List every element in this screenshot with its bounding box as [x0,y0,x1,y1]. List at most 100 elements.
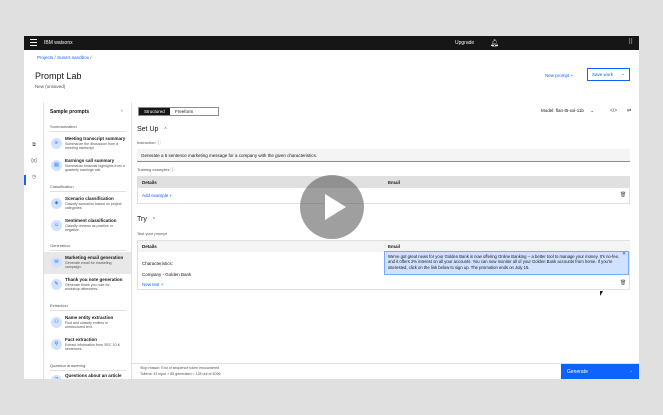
close-icon[interactable]: ✕ [622,251,626,257]
section-summarization: Summarization [50,124,126,132]
section-extraction: Extraction [50,303,126,311]
info-icon[interactable]: ⓘ [157,140,161,145]
new-prompt-button[interactable]: New prompt + [545,73,573,78]
sample-item-title: Sentiment classification [65,218,117,223]
try-heading-text: Try [137,216,147,223]
generated-email-output[interactable]: We've got great news for your Golden Ban… [384,251,629,275]
trash-icon[interactable]: 🗑︎ [620,192,626,198]
sample-item-title: Name entity extraction [65,315,114,320]
sample-item-title: Scenario classification [65,196,114,201]
instruction-label-text: Instruction [137,140,156,145]
generate-button[interactable]: Generate → [561,364,639,379]
sample-item-title: Fact extraction [65,337,98,342]
sample-item-desc: Generate email for marketing campaign. [65,261,112,270]
sample-item-meeting-transcript[interactable]: ≡ Meeting transcript summary Summarize t… [44,133,131,155]
sample-item-scenario-classification[interactable]: ◈ Scenario classification Classify scena… [44,193,131,215]
sample-item-title: Thank you note generation [65,277,123,282]
sample-item-desc: Summarize the discussion from a meeting … [65,142,119,151]
detail-characteristics[interactable]: Characteristics: [138,258,177,269]
status-footer: Stop reason: End of sequence token encou… [132,363,639,379]
sample-item-desc: Find and classify entities in unstructur… [65,321,108,330]
breadcrumb-projects[interactable]: Projects [37,55,53,60]
top-navigation-bar: IBM watsonx Upgrade 🔔︎ ⠿ [24,36,639,50]
training-label-text: Training examples [137,167,170,172]
sample-item-marketing-email[interactable]: ✉ Marketing email generation Generate em… [44,252,131,274]
sample-prompts-heading: Sample prompts [50,109,90,115]
sample-prompts-panel: Sample prompts ‹ Summarization ≡ Meeting… [44,102,132,379]
page-subtitle: New (unsaved) [35,84,66,89]
settings-sliders-icon[interactable]: ⇄ [627,108,631,114]
breadcrumb-sandbox[interactable]: Suna's sandbox [57,55,89,60]
section-question-answering: Question answering [50,363,127,371]
left-rail: ⧉ {x} ◷ [24,102,44,379]
sample-item-desc: Classify scenarios based on project cate… [65,202,122,211]
variables-icon[interactable]: {x} [30,158,38,166]
sample-item-desc: Classify reviews as positive or negative… [65,224,113,233]
sentiment-icon: ☺ [51,220,62,231]
setup-heading: Set Up ⌃ [137,126,168,133]
training-examples-table: Details Email Add example + 🗑︎ [137,176,630,204]
column-header-details: Details [138,241,384,252]
chevron-up-icon[interactable]: ⌃ [163,127,167,133]
sample-item-name-entity[interactable]: ⚇ Name entity extraction Find and classi… [44,312,131,334]
model-selector[interactable]: Model: flan-t5-xxl-11b ⌄ [541,108,594,114]
sample-item-title: Meeting transcript summary [65,136,126,141]
notification-bell-icon[interactable]: 🔔︎ [490,39,499,47]
tab-freeform[interactable]: Freeform [170,108,218,115]
test-prompt-label: Test your prompt [137,231,167,236]
question-icon: ? [51,375,62,379]
breadcrumb: Projects / Suna's sandbox / [37,55,91,60]
model-label: Model: flan-t5-xxl-11b [541,108,584,113]
sample-item-desc: Generate thank you note for workshop att… [65,283,110,292]
mouse-cursor-icon [600,291,603,296]
code-icon[interactable]: </> [610,108,617,114]
sample-item-thank-you-note[interactable]: ✎ Thank you note generation Generate tha… [44,274,131,296]
sample-item-questions-article[interactable]: ? Questions about an article [44,370,131,379]
sample-item-title: Questions about an article [65,373,122,378]
chevron-up-icon[interactable]: ⌃ [152,217,156,223]
test-table: Details Email Characteristics: Company -… [137,240,630,290]
token-count-text: Tokens: 43 input + 85 generated = 128 ou… [140,372,221,376]
generate-label: Generate [567,369,588,375]
tag-icon: ◈ [51,198,62,209]
collapse-panel-icon[interactable]: ‹ [121,108,123,114]
breadcrumb-separator: / [54,55,56,60]
new-test-button[interactable]: New test + [138,279,167,290]
page-title: Prompt Lab [35,71,82,81]
sample-item-fact-extraction[interactable]: ⚲ Fact extraction Extract information fr… [44,334,131,356]
chevron-down-icon: ⌄ [590,108,594,113]
setup-heading-text: Set Up [137,126,159,133]
rail-active-indicator [24,175,26,185]
entity-icon: ⚇ [51,317,62,328]
save-work-label: Save work [592,72,614,77]
video-play-icon[interactable] [300,175,364,239]
tab-structured[interactable]: Structured [139,108,170,115]
app-switcher-icon[interactable]: ⠿ [628,38,633,46]
sample-item-earnings-call[interactable]: ▤ Earnings call summary Summarize financ… [44,155,131,177]
document-icon: ≡ [51,138,62,149]
column-header-email: Email [384,177,630,188]
brand-name[interactable]: IBM watsonx [44,40,73,46]
hamburger-menu-icon[interactable] [30,39,37,47]
arrow-right-icon: → [628,368,633,374]
fact-icon: ⚲ [51,339,62,350]
training-examples-label: Training examples ⓘ [137,167,175,173]
stop-reason-text: Stop reason: End of sequence token encou… [140,366,220,370]
sample-item-desc: Summarize financial highlights from a qu… [65,164,125,173]
section-classification: Classification [50,184,125,192]
prompt-editor: Structured Freeform Model: flan-t5-xxl-1… [132,102,639,379]
sample-prompts-icon[interactable]: ⧉ [30,142,38,150]
upgrade-link[interactable]: Upgrade [455,40,474,46]
trash-icon[interactable]: 🗑︎ [620,280,626,286]
save-work-button[interactable]: Save work ⌄ [587,68,630,81]
add-example-button[interactable]: Add example + [138,190,176,201]
history-icon[interactable]: ◷ [30,174,38,182]
instruction-input[interactable]: Generate a 5 sentence marketing message … [137,149,630,162]
mode-tabs: Structured Freeform [138,107,219,116]
info-icon[interactable]: ⓘ [171,167,175,172]
sample-item-sentiment-classification[interactable]: ☺ Sentiment classification Classify revi… [44,215,131,237]
chart-icon: ▤ [51,160,62,171]
breadcrumb-separator: / [90,55,92,60]
note-icon: ✎ [51,279,62,290]
try-heading: Try ⌃ [137,216,156,223]
